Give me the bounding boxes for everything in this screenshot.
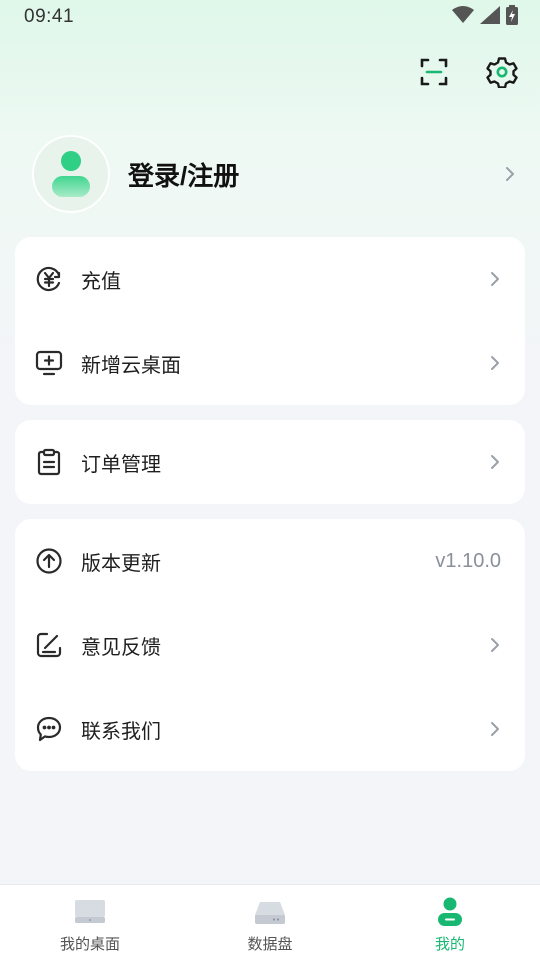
user-icon <box>434 897 466 927</box>
tab-data-disk-label: 数据盘 <box>247 936 293 953</box>
wifi-icon <box>452 5 474 29</box>
feedback-label: 意见反馈 <box>81 636 161 659</box>
status-time: 09:41 <box>24 6 75 27</box>
card-account: 充值 新增云桌面 <box>15 237 525 405</box>
profile-login-row[interactable]: 登录/注册 <box>32 134 518 214</box>
top-actions <box>418 56 518 88</box>
order-management-label: 订单管理 <box>81 453 161 476</box>
login-register-label: 登录/注册 <box>128 160 240 191</box>
gear-icon <box>486 57 518 88</box>
version-update-label: 版本更新 <box>81 552 161 575</box>
battery-icon <box>506 4 518 30</box>
settings-button[interactable] <box>486 56 518 88</box>
contact-us-label: 联系我们 <box>81 720 161 743</box>
desktop-icon <box>74 897 106 927</box>
menu-item-order-management[interactable]: 订单管理 <box>15 420 525 504</box>
edit-feedback-icon <box>35 631 63 659</box>
recharge-label: 充值 <box>81 270 121 293</box>
tab-mine-label: 我的 <box>434 936 465 953</box>
clipboard-icon <box>35 448 63 476</box>
card-orders: 订单管理 <box>15 420 525 504</box>
yuan-coin-icon <box>35 265 63 293</box>
disk-drive-icon <box>254 897 286 927</box>
chevron-right-icon <box>487 271 503 287</box>
status-bar: 09:41 <box>0 0 540 34</box>
add-desktop-icon <box>35 349 63 377</box>
tab-data-disk[interactable]: 数据盘 <box>180 885 360 960</box>
menu-item-contact-us[interactable]: 联系我们 <box>15 687 525 771</box>
add-cloud-desktop-label: 新增云桌面 <box>81 354 181 377</box>
bottom-nav: 我的桌面 数据盘 我的 <box>0 884 540 960</box>
signal-icon <box>480 5 500 29</box>
user-avatar-icon <box>52 151 90 197</box>
scan-icon <box>420 58 448 86</box>
tab-my-desktop[interactable]: 我的桌面 <box>0 885 180 960</box>
chevron-right-icon <box>487 454 503 470</box>
chevron-right-icon <box>487 637 503 653</box>
chevron-right-icon <box>502 166 518 182</box>
menu-item-add-cloud-desktop[interactable]: 新增云桌面 <box>15 321 525 405</box>
card-app: 版本更新 v1.10.0 意见反馈 联系我们 <box>15 519 525 771</box>
version-value: v1.10.0 <box>435 549 501 572</box>
tab-my-desktop-label: 我的桌面 <box>59 936 120 953</box>
arrow-up-circle-icon <box>35 547 63 575</box>
chat-bubble-icon <box>35 715 63 743</box>
chevron-right-icon <box>487 721 503 737</box>
chevron-right-icon <box>487 355 503 371</box>
menu-item-version-update[interactable]: 版本更新 v1.10.0 <box>15 519 525 603</box>
menu-item-recharge[interactable]: 充值 <box>15 237 525 321</box>
tab-mine[interactable]: 我的 <box>360 885 540 960</box>
menu-item-feedback[interactable]: 意见反馈 <box>15 603 525 687</box>
scan-button[interactable] <box>418 56 450 88</box>
avatar[interactable] <box>32 135 110 213</box>
status-icons <box>452 4 518 30</box>
